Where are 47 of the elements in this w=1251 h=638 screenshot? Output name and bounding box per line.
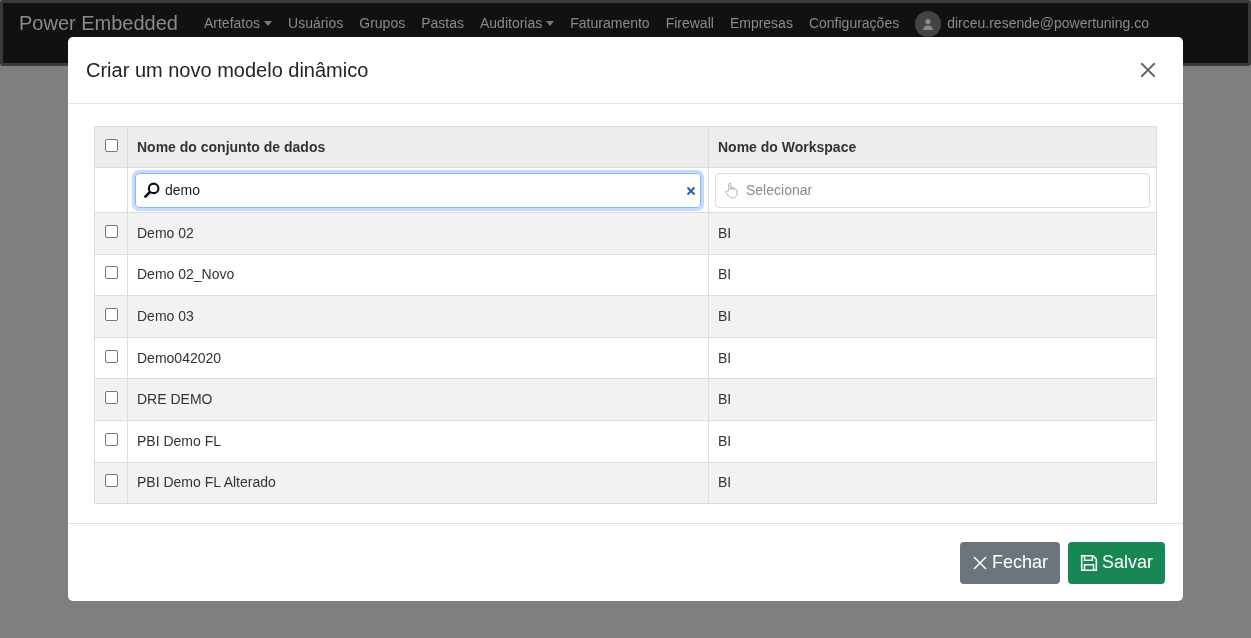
nav-link[interactable]: Faturamento xyxy=(570,11,650,35)
avatar-icon[interactable] xyxy=(915,11,942,37)
table-cell: BI xyxy=(718,308,732,324)
close-icon xyxy=(971,554,988,571)
checkbox[interactable] xyxy=(104,266,118,280)
table-cell: BI xyxy=(718,349,732,366)
column-header: Nome do conjunto de dados xyxy=(127,126,709,168)
table-cell: BI xyxy=(718,432,732,449)
nav-link[interactable]: Empresas xyxy=(729,11,793,35)
table-cell: BI xyxy=(718,391,732,408)
brand[interactable]: Power Embedded xyxy=(19,11,178,35)
nav-link[interactable]: Usuários xyxy=(288,11,344,35)
nav-link[interactable]: Auditorias xyxy=(480,11,555,35)
table-cell: Demo 02_Novo xyxy=(137,266,235,283)
table-cell: PBI Demo FL Alterado xyxy=(137,474,276,491)
table-cell: Demo042020 xyxy=(137,349,222,366)
nav-link[interactable]: Configurações xyxy=(808,11,900,35)
hand-pointer-icon xyxy=(725,181,738,199)
search-field[interactable]: demo xyxy=(135,172,701,208)
checkbox[interactable] xyxy=(104,349,118,363)
workspace-select[interactable]: Selecionar xyxy=(715,172,1150,208)
nav-link[interactable]: Firewall xyxy=(665,11,714,35)
table-cell: DRE DEMO xyxy=(137,391,213,408)
checkbox[interactable] xyxy=(104,391,118,405)
checkbox[interactable] xyxy=(104,138,118,152)
checkbox[interactable] xyxy=(104,224,118,238)
dialog-title: Criar um novo modelo dinâmico xyxy=(86,58,369,83)
table-cell: BI xyxy=(718,224,732,241)
nav-link[interactable]: Artefatos xyxy=(204,11,272,35)
nav-link[interactable]: Grupos xyxy=(359,11,406,35)
table-cell: Demo 03 xyxy=(137,308,194,324)
user-email[interactable]: dirceu.resende@powertuning.co xyxy=(947,11,1149,35)
checkbox[interactable] xyxy=(104,474,118,488)
table-cell: BI xyxy=(718,266,732,283)
caret-icon xyxy=(264,20,272,26)
nav-link[interactable]: Pastas xyxy=(421,11,464,35)
checkbox[interactable] xyxy=(104,308,118,321)
caret-icon xyxy=(546,20,555,26)
clear-icon[interactable] xyxy=(686,185,696,196)
table-cell: Demo 02 xyxy=(137,224,194,241)
save-button[interactable]: Salvar xyxy=(1067,541,1165,584)
column-header: Nome do Workspace xyxy=(708,126,1157,168)
table-cell: BI xyxy=(718,474,732,491)
table-cell: PBI Demo FL xyxy=(137,432,222,449)
checkbox[interactable] xyxy=(104,432,118,446)
close-button[interactable]: Fechar xyxy=(959,541,1060,584)
search-icon xyxy=(143,181,160,199)
